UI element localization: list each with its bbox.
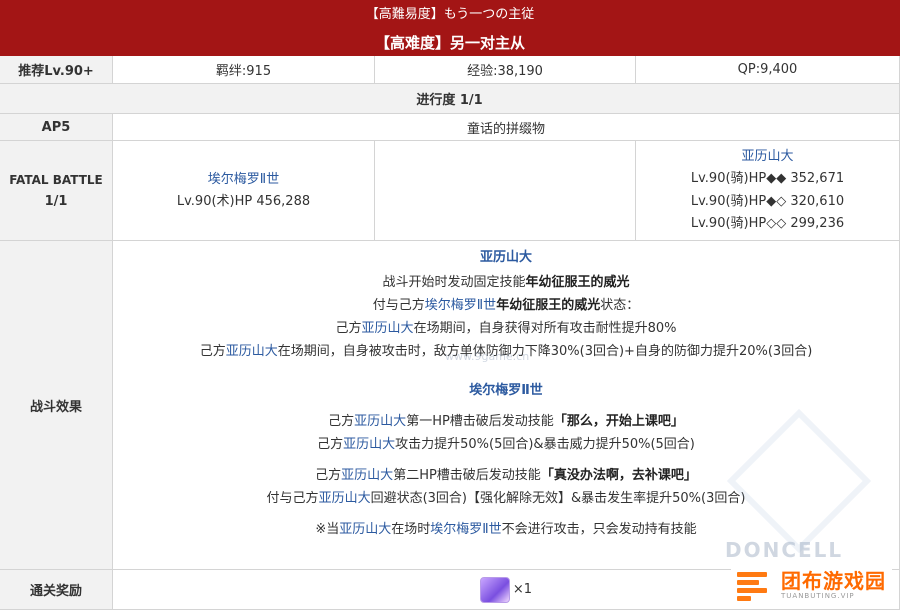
bond-cell: 羁绊:915 (113, 56, 375, 84)
effects-note: ※当亚历山大在场时埃尔梅罗Ⅱ世不会进行攻击，只会发动持有技能 (315, 522, 697, 537)
cn-title: 【高难度】另一对主从 (374, 34, 525, 52)
watermark-site: www.9game.cn (445, 350, 530, 363)
enemy2-name[interactable]: 亚历山大 (741, 146, 793, 169)
effects-alex-line3: 己方亚历山大在场期间，自身获得对所有攻击耐性提升80% (335, 321, 677, 336)
enemy2-hp-line-2: Lv.90(骑)HP◆◇ 320,610 (690, 193, 845, 209)
enemy2-cell: 亚历山大 Lv.90(骑)HP◆◆ 352,671 Lv.90(骑)HP◆◇ 3… (636, 141, 900, 241)
enemy1-name[interactable]: 埃尔梅罗Ⅱ世 (208, 169, 279, 191)
logo-cn-text: 团布游戏园 (781, 569, 886, 593)
battle-label-line2: 1/1 (44, 193, 68, 209)
reward-count: ×1 (512, 582, 533, 597)
link-elmelloi[interactable]: 埃尔梅罗Ⅱ世 (425, 298, 496, 313)
ap-label-cell: AP5 (0, 114, 113, 141)
effects-el-line3: 己方亚历山大第二HP槽击破后发动技能「真没办法啊，去补课吧」 (315, 468, 697, 483)
cn-title-bar: 【高难度】另一对主从 (0, 30, 900, 56)
effects-el-line4: 付与己方亚历山大回避状态(3回合)【强化解除无效】&暴击发生率提升50%(3回合… (266, 491, 746, 506)
reward-label-cell: 通关奖励 (0, 570, 113, 610)
exp-cell: 经验:38,190 (375, 56, 636, 84)
watermark-brand: DONCELL (725, 538, 844, 562)
bond-value: 羁绊:915 (215, 64, 272, 79)
link-alexander[interactable]: 亚历山大 (339, 522, 391, 537)
battle-label-cell: FATAL BATTLE 1/1 (0, 141, 113, 241)
link-alexander[interactable]: 亚历山大 (362, 321, 414, 336)
link-alexander[interactable]: 亚历山大 (341, 468, 393, 483)
progress-cell: 进行度 1/1 (0, 84, 900, 114)
enemy1-cell: 埃尔梅罗Ⅱ世 Lv.90(术)HP 456,288 (113, 141, 375, 241)
ap-value: 童话的拼缀物 (466, 121, 545, 137)
effects-alex-line1: 战斗开始时发动固定技能年幼征服王的威光 (382, 275, 630, 290)
logo-en-text: TUANBUTING.VIP (781, 592, 855, 600)
enemy-empty-cell (375, 141, 636, 241)
enemy2-hp-line-3: Lv.90(骑)HP◇◇ 299,236 (690, 216, 845, 231)
effects-label-cell: 战斗效果 (0, 241, 113, 570)
effects-label: 战斗效果 (29, 399, 82, 415)
level-label-cell: 推荐Lv.90+ (0, 56, 113, 84)
link-alexander[interactable]: 亚历山大 (226, 344, 278, 359)
effects-alex-line2: 付与己方埃尔梅罗Ⅱ世年幼征服王的威光状态： (372, 298, 640, 313)
link-elmelloi[interactable]: 埃尔梅罗Ⅱ世 (430, 522, 501, 537)
exp-value: 经验:38,190 (467, 64, 543, 79)
effects-alex-title: 亚历山大 (479, 250, 532, 265)
progress-text: 进行度 1/1 (416, 93, 483, 108)
jp-title-bar: 【高難易度】もう一つの主従 (0, 0, 900, 30)
reward-label: 通关奖励 (29, 584, 82, 599)
link-alexander[interactable]: 亚历山大 (354, 414, 406, 429)
effects-el-line1: 己方亚历山大第一HP槽击破后发动技能「那么，开始上课吧」 (328, 414, 684, 429)
effects-el-line2: 己方亚历山大攻击力提升50%(5回合)&暴击威力提升50%(5回合) (317, 437, 695, 452)
enemy2-hp-line-1: Lv.90(骑)HP◆◆ 352,671 (690, 171, 845, 186)
site-logo[interactable]: 团布游戏园 TUANBUTING.VIP (731, 566, 892, 604)
ap-value-cell: 童话的拼缀物 (113, 114, 900, 141)
jp-title: 【高難易度】もう一つの主従 (365, 7, 535, 22)
link-alexander[interactable]: 亚历山大 (319, 491, 371, 506)
qp-cell: QP:9,400 (636, 56, 900, 84)
reward-item-icon[interactable] (479, 576, 510, 603)
qp-value: QP:9,400 (737, 62, 798, 77)
enemy1-stats: Lv.90(术)HP 456,288 (176, 193, 311, 209)
effects-elmelloi-title: 埃尔梅罗Ⅱ世 (469, 383, 543, 398)
level-label: 推荐Lv.90+ (18, 64, 94, 79)
logo-bars-icon (737, 570, 775, 601)
battle-label-line1: FATAL BATTLE (9, 172, 103, 187)
link-alexander[interactable]: 亚历山大 (343, 437, 395, 452)
ap-label: AP5 (41, 119, 71, 135)
